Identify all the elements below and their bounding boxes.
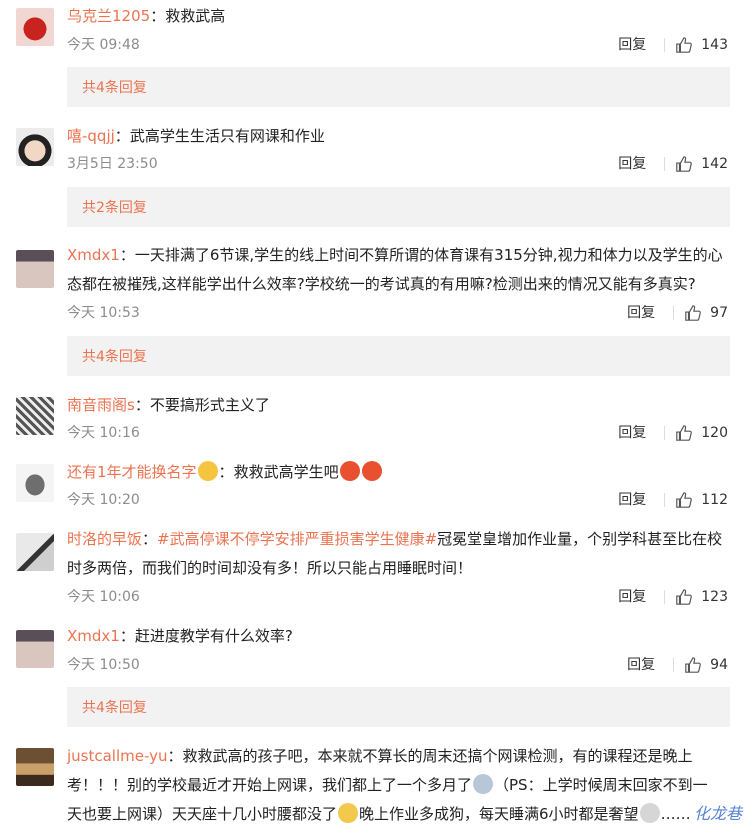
comment-text-line2: 态都在被摧残,这样能学出什么效率?学校统一的考试真的有用嘛?检测出来的情况又能有…	[67, 275, 696, 293]
like-count: 120	[701, 425, 728, 441]
divider	[664, 38, 666, 52]
comment-text: 救救武高学生吧	[233, 463, 339, 481]
thumbs-up-icon[interactable]	[675, 491, 693, 509]
username[interactable]: justcallme-yu	[67, 747, 168, 765]
username[interactable]: 还有1年才能换名字	[67, 463, 197, 481]
comment-text: 武高学生生活只有网课和作业	[129, 127, 325, 145]
thumbs-up-icon[interactable]	[675, 36, 693, 54]
hashtag-link[interactable]: #武高停课不停学安排严重损害学生健康#	[157, 530, 437, 548]
reply-button[interactable]: 回复	[618, 587, 646, 607]
thumbs-up-icon[interactable]	[684, 656, 702, 674]
reply-button[interactable]: 回复	[627, 655, 655, 675]
timestamp: 今天 10:50	[67, 657, 140, 673]
timestamp: 今天 10:53	[67, 305, 140, 321]
avatar[interactable]	[16, 533, 54, 571]
username[interactable]: Xmdx1	[67, 627, 120, 645]
more-replies-button[interactable]: 共4条回复	[67, 687, 730, 727]
comment-text-line2b: （PS：上学时候周末回家不到一	[494, 776, 708, 794]
comment-text: 救救武高的孩子吧，本来就不算长的周末还搞个网课检测，有的课程还是晚上	[182, 747, 693, 765]
avatar[interactable]	[16, 748, 54, 786]
thumbs-up-icon[interactable]	[675, 424, 693, 442]
like-count: 97	[710, 305, 728, 321]
timestamp: 今天 10:06	[67, 589, 140, 605]
thumbs-up-icon[interactable]	[675, 588, 693, 606]
avatar[interactable]	[16, 630, 54, 668]
avatar[interactable]	[16, 250, 54, 288]
sick-face-icon	[473, 774, 494, 794]
crown-emoji-icon	[197, 461, 218, 481]
thumbs-up-icon[interactable]	[675, 155, 693, 173]
comment-text: 救救武高	[165, 7, 226, 25]
angry-face-icon	[339, 461, 360, 481]
skull-icon	[639, 803, 660, 823]
more-replies-button[interactable]: 共4条回复	[67, 336, 730, 376]
avatar[interactable]	[16, 8, 54, 46]
timestamp: 今天 09:48	[67, 37, 140, 53]
avatar[interactable]	[16, 464, 54, 502]
comment-text-line2: 时多两倍，而我们的时间却没有多！所以只能占用睡眠时间！	[67, 559, 473, 577]
username[interactable]: 嘻-qqjj	[67, 127, 115, 145]
more-replies-button[interactable]: 共2条回复	[67, 187, 730, 227]
username[interactable]: 乌克兰1205	[67, 7, 150, 25]
like-count: 142	[701, 156, 728, 172]
reply-button[interactable]: 回复	[618, 423, 646, 443]
like-count: 123	[701, 589, 728, 605]
comment-text-line3: 天也要上网课）天天座十几小时腰都没了	[67, 805, 338, 823]
like-count: 112	[701, 492, 728, 508]
comment-text: 不要搞形式主义了	[149, 396, 270, 414]
timestamp: 3月5日 23:50	[67, 156, 158, 172]
divider	[664, 157, 666, 171]
comment-text-line3b: 晚上作业多成狗，每天睡满6小时都是奢望	[359, 805, 639, 823]
avatar[interactable]	[16, 128, 54, 166]
username[interactable]: 时洛的早饭	[67, 530, 142, 548]
more-replies-button[interactable]: 共4条回复	[67, 67, 730, 107]
username[interactable]: Xmdx1	[67, 246, 120, 264]
divider	[664, 493, 666, 507]
reply-button[interactable]: 回复	[618, 35, 646, 55]
like-count: 143	[701, 37, 728, 53]
watermark-logo: 化龙巷	[693, 804, 742, 823]
comment-text-line2: 考！！！别的学校最近才开始上网课，我们都上了一个多月了	[67, 776, 473, 794]
username[interactable]: 南音雨阁s	[67, 396, 135, 414]
divider	[673, 658, 675, 672]
timestamp: 今天 10:20	[67, 492, 140, 508]
comment-text: 冠冕堂皇增加作业量，个别学科甚至比在校	[437, 530, 723, 548]
reply-button[interactable]: 回复	[627, 303, 655, 323]
comment-text: 赶进度教学有什么效率?	[134, 627, 293, 645]
angry-face-icon	[361, 461, 382, 481]
divider	[664, 590, 666, 604]
divider	[664, 426, 666, 440]
reply-button[interactable]: 回复	[618, 490, 646, 510]
like-count: 94	[710, 657, 728, 673]
divider	[673, 306, 675, 320]
sad-face-icon	[338, 803, 359, 823]
comment-text: 一天排满了6节课,学生的线上时间不算所谓的体育课有315分钟,视力和体力以及学生…	[134, 246, 723, 264]
avatar[interactable]	[16, 397, 54, 435]
thumbs-up-icon[interactable]	[684, 304, 702, 322]
timestamp: 今天 10:16	[67, 425, 140, 441]
reply-button[interactable]: 回复	[618, 154, 646, 174]
